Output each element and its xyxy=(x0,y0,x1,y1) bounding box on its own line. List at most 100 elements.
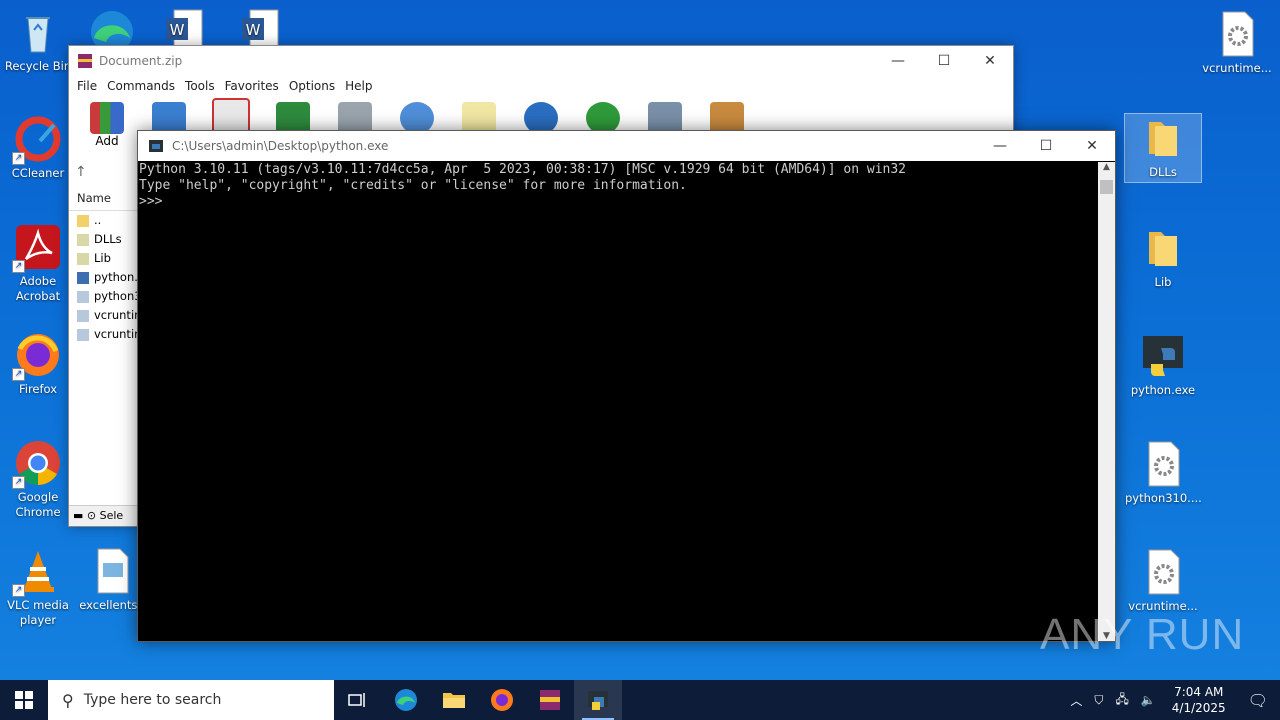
desktop-icon-label: CCleaner xyxy=(11,166,65,180)
scrollbar-thumb[interactable] xyxy=(1100,180,1113,194)
desktop-icon-vlc[interactable]: ↗ VLC media player xyxy=(0,547,76,628)
add-button-label: Add xyxy=(95,134,119,148)
exe-file-icon xyxy=(77,271,89,284)
winrar-icon xyxy=(540,690,560,710)
taskbar-winrar[interactable] xyxy=(526,680,574,720)
desktop-icon-vcruntime-1[interactable]: vcruntime... xyxy=(1199,10,1275,76)
list-item[interactable]: Lib xyxy=(69,249,137,268)
desktop-icon-label: VLC media player xyxy=(7,598,69,627)
start-button[interactable] xyxy=(0,680,48,720)
desktop-icon-label: Firefox xyxy=(18,382,58,396)
shortcut-arrow-icon: ↗ xyxy=(12,584,25,597)
status-text: Sele xyxy=(99,509,124,522)
console-titlebar[interactable]: C:\Users\admin\Desktop\python.exe xyxy=(138,131,1115,161)
add-button[interactable]: Add xyxy=(85,102,129,148)
python-icon xyxy=(588,691,608,710)
menu-favorites[interactable]: Favorites xyxy=(223,76,287,96)
desktop-icon-label: python.exe xyxy=(1130,383,1196,397)
console-line: Python 3.10.11 (tags/v3.10.11:7d4cc5a, A… xyxy=(139,162,907,177)
folder-icon xyxy=(77,252,89,265)
column-header-name[interactable]: Name xyxy=(69,186,137,211)
maximize-button[interactable]: ☐ xyxy=(921,46,967,76)
scroll-up-icon[interactable]: ▲ xyxy=(1098,162,1115,176)
menu-tools[interactable]: Tools xyxy=(183,76,223,96)
desktop-icon-label: DLLs xyxy=(1149,165,1177,179)
up-arrow-icon[interactable]: ↑ xyxy=(75,164,95,184)
close-button[interactable]: ✕ xyxy=(967,46,1013,76)
console-app-icon xyxy=(149,140,163,152)
task-view-icon xyxy=(348,693,365,707)
desktop-icon-adobe-acrobat[interactable]: ↗ Adobe Acrobat xyxy=(0,223,76,304)
task-view-button[interactable] xyxy=(334,680,382,720)
desktop-icon-ccleaner[interactable]: ↗ CCleaner xyxy=(0,115,76,181)
menu-commands[interactable]: Commands xyxy=(105,76,183,96)
console-output[interactable]: Python 3.10.11 (tags/v3.10.11:7d4cc5a, A… xyxy=(138,162,1098,641)
python-console-window: C:\Users\admin\Desktop\python.exe — ☐ ✕ … xyxy=(137,130,1116,642)
desktop-icon-label: Recycle Bin xyxy=(4,59,72,73)
windows-logo-icon xyxy=(15,691,33,709)
list-item[interactable]: vcruntim xyxy=(69,325,137,344)
console-scrollbar[interactable]: ▲ ▼ xyxy=(1098,162,1115,641)
winrar-icon xyxy=(78,54,92,68)
dll-file-icon xyxy=(77,309,89,322)
desktop-icon-lib-folder[interactable]: Lib xyxy=(1125,224,1201,290)
desktop-icon-label: vcruntime... xyxy=(1202,61,1272,75)
maximize-button[interactable]: ☐ xyxy=(1023,131,1069,161)
folder-icon xyxy=(1139,114,1187,162)
menu-help[interactable]: Help xyxy=(343,76,380,96)
anyrun-watermark: ANY RUN xyxy=(1040,610,1245,659)
desktop-icon-vcruntime-2[interactable]: vcruntime... xyxy=(1125,548,1201,614)
taskbar-edge[interactable] xyxy=(382,680,430,720)
search-placeholder: Type here to search xyxy=(83,692,222,708)
books-add-icon xyxy=(90,102,124,134)
recycle-bin-icon xyxy=(14,8,62,56)
shortcut-arrow-icon: ↗ xyxy=(12,260,25,273)
desktop-icon-dlls-folder[interactable]: DLLs xyxy=(1124,113,1202,183)
list-item[interactable]: python.e xyxy=(69,268,137,287)
volume-icon[interactable]: 🔈 xyxy=(1135,693,1162,707)
security-icon[interactable]: ⛉ xyxy=(1088,693,1109,708)
clock-date: 4/1/2025 xyxy=(1171,701,1226,715)
desktop-icon-python310[interactable]: python310.... xyxy=(1125,440,1202,506)
taskbar-firefox[interactable] xyxy=(478,680,526,720)
vlc-cone-icon: ↗ xyxy=(12,547,62,597)
shortcut-arrow-icon: ↗ xyxy=(12,476,25,489)
folder-icon xyxy=(1139,224,1187,272)
search-icon: ⚲ xyxy=(62,690,74,710)
list-item[interactable]: vcruntim xyxy=(69,306,137,325)
list-item[interactable]: python3 xyxy=(69,287,137,306)
notification-icon[interactable]: 🗨 xyxy=(1236,691,1280,710)
network-icon[interactable]: 🖧 xyxy=(1109,690,1134,711)
minimize-button[interactable]: — xyxy=(875,46,921,76)
close-button[interactable]: ✕ xyxy=(1069,131,1115,161)
status-bar: ▬ ⊙ Sele xyxy=(69,505,141,526)
desktop-icon-label: Adobe Acrobat xyxy=(15,274,61,303)
chevron-up-icon[interactable]: ︿ xyxy=(1064,692,1088,709)
dll-file-icon xyxy=(77,328,89,341)
menu-options[interactable]: Options xyxy=(287,76,343,96)
system-tray: ︿ ⛉ 🖧 🔈 7:04 AM 4/1/2025 🗨 xyxy=(1064,680,1280,720)
list-item[interactable]: DLLs xyxy=(69,230,137,249)
console-prompt: >>> xyxy=(139,194,163,209)
clipboard-check-icon xyxy=(212,98,250,134)
winrar-titlebar[interactable]: Document.zip xyxy=(69,46,1013,76)
folder-icon xyxy=(77,214,89,227)
minimize-button[interactable]: — xyxy=(977,131,1023,161)
desktop-icon-firefox[interactable]: ↗ Firefox xyxy=(0,331,76,397)
drive-icon: ▬ ⊙ xyxy=(73,509,97,522)
desktop-icon-label: Lib xyxy=(1154,275,1172,289)
taskbar-file-explorer[interactable] xyxy=(430,680,478,720)
desktop-icon-recycle-bin[interactable]: Recycle Bin xyxy=(0,8,76,74)
taskbar-python[interactable] xyxy=(574,680,622,720)
desktop-icon-google-chrome[interactable]: ↗ Google Chrome xyxy=(0,439,76,520)
list-item[interactable]: .. xyxy=(69,211,137,230)
dll-file-icon xyxy=(1213,10,1261,58)
menu-file[interactable]: File xyxy=(75,76,105,96)
menu-bar: File Commands Tools Favorites Options He… xyxy=(69,76,1013,96)
desktop-icon-python-exe[interactable]: python.exe xyxy=(1125,332,1201,398)
clock[interactable]: 7:04 AM 4/1/2025 xyxy=(1162,684,1236,716)
python-icon xyxy=(1139,332,1187,380)
firefox-icon: ↗ xyxy=(12,331,62,381)
svg-text:W: W xyxy=(246,21,261,39)
taskbar-search[interactable]: ⚲ Type here to search xyxy=(48,680,334,720)
